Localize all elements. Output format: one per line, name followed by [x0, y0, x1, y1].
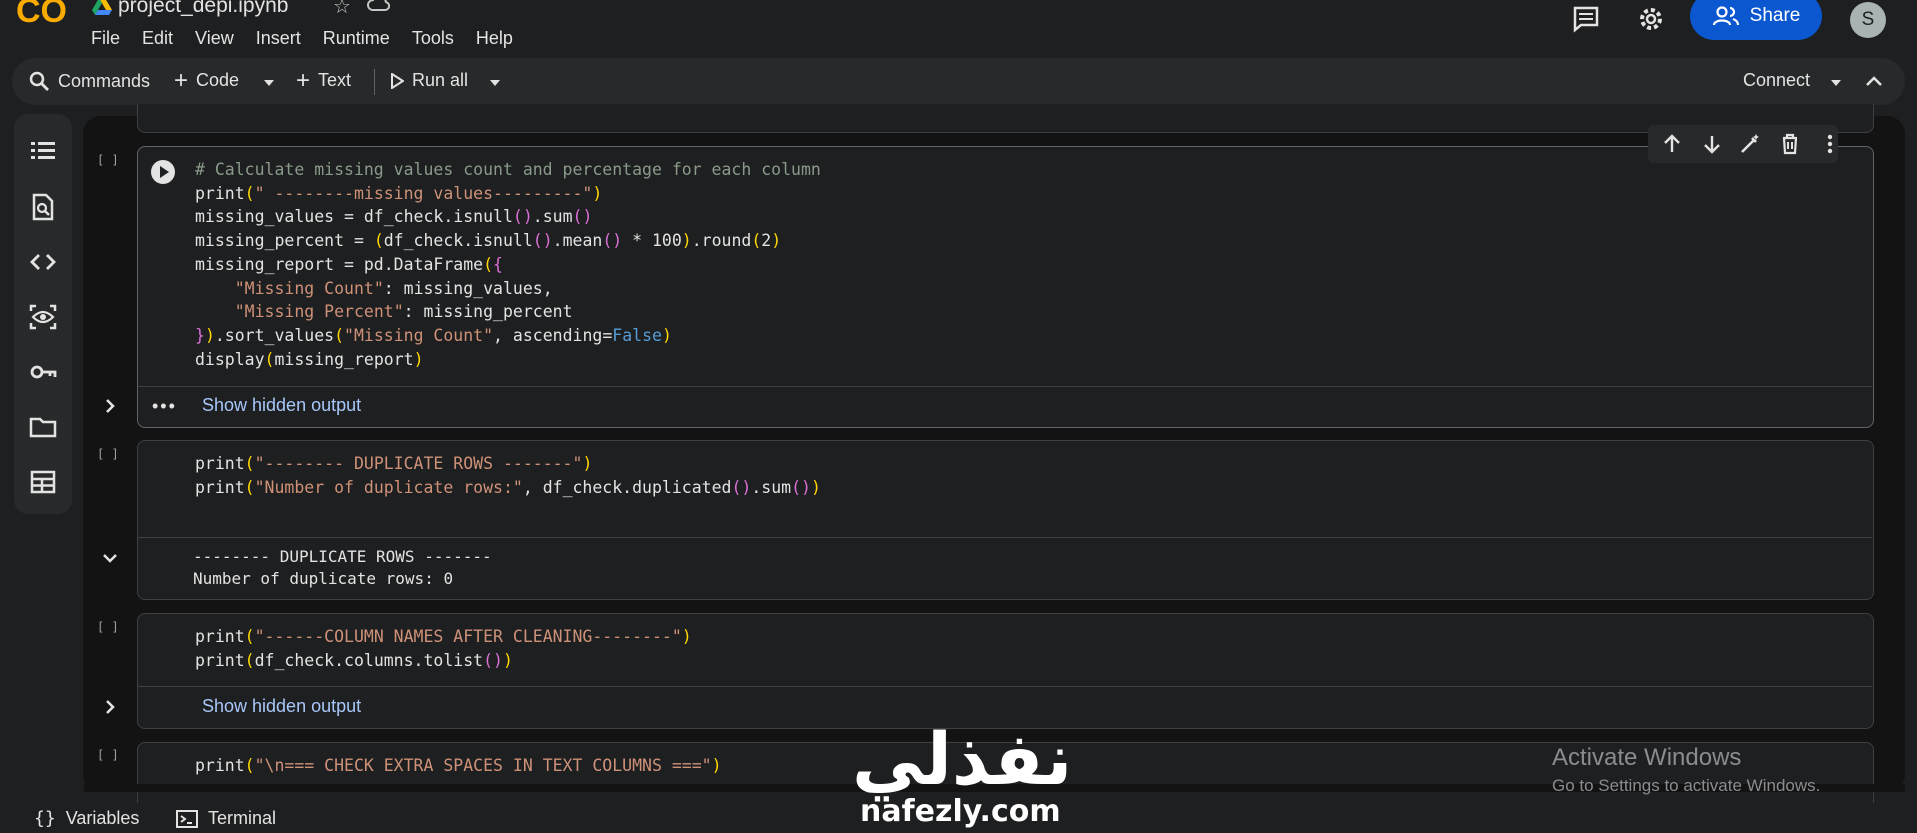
menu-help[interactable]: Help [476, 28, 513, 49]
search-icon [29, 71, 49, 91]
connect-label: Connect [1743, 70, 1811, 90]
connect-button[interactable]: Connect [1743, 70, 1810, 91]
exec-count: [ ] [97, 620, 119, 634]
code-snippets-icon[interactable] [28, 247, 58, 277]
code-line: print("Number of duplicate rows:", df_ch… [195, 477, 821, 497]
chevron-down-icon[interactable] [100, 548, 120, 568]
activate-windows-title: Activate Windows [1552, 744, 1742, 771]
comment-icon[interactable] [1571, 4, 1601, 34]
add-text-button[interactable]: + Text [296, 66, 352, 94]
text-label: Text [318, 70, 352, 90]
drive-icon [92, 0, 112, 15]
chevron-up-icon[interactable] [1865, 74, 1883, 88]
code-line: print("------COLUMN NAMES AFTER CLEANING… [195, 627, 692, 646]
star-icon[interactable]: ☆ [333, 0, 351, 19]
toolbar-divider [374, 69, 375, 95]
svg-text:CO: CO [16, 0, 67, 30]
people-icon [1712, 6, 1739, 26]
cell-code[interactable]: # Calculate missing values count and per… [195, 158, 821, 371]
table-of-contents-icon[interactable] [28, 136, 58, 166]
code-line: }).sort_values("Missing Count", ascendin… [195, 325, 672, 345]
chevron-right-icon[interactable] [100, 396, 120, 416]
chevron-down-icon[interactable] [1829, 78, 1843, 88]
variables-label: Variables [65, 808, 140, 828]
exec-count: [ ] [97, 748, 119, 762]
exec-count: [ ] [97, 153, 119, 167]
find-in-page-icon[interactable] [28, 192, 58, 222]
more-dots-icon[interactable]: ••• [152, 396, 177, 417]
variables-button[interactable]: {} Variables [34, 808, 139, 829]
run-cell-button[interactable] [150, 159, 176, 185]
cell-code[interactable]: print("-------- DUPLICATE ROWS -------")… [195, 452, 821, 499]
output-divider [138, 386, 1872, 387]
code-line: "Missing Count": missing_values, [234, 278, 553, 298]
menu-bar: File Edit View Insert Runtime Tools Help [91, 28, 535, 49]
code-line: "Missing Percent": missing_percent [234, 302, 573, 322]
settings-gear-icon[interactable] [1636, 4, 1666, 34]
code-line: print(" --------missing values---------"… [195, 183, 603, 203]
exec-count: [ ] [97, 447, 119, 461]
code-line: print(df_check.columns.tolist()) [195, 650, 513, 670]
folder-icon[interactable] [28, 412, 58, 442]
code-line: missing_percent = (df_check.isnull().mea… [195, 231, 782, 251]
menu-runtime[interactable]: Runtime [323, 28, 390, 49]
terminal-icon [176, 809, 198, 828]
delete-trash-icon[interactable] [1778, 132, 1802, 156]
output-divider [138, 537, 1872, 538]
move-down-icon[interactable] [1700, 132, 1724, 156]
watermark-arabic: نفذلي [852, 717, 1073, 801]
colab-logo[interactable]: CO [16, 0, 74, 34]
edit-pencil-icon[interactable] [1738, 132, 1762, 156]
watermark-url: nafezly.com [860, 794, 1061, 829]
terminal-button[interactable]: Terminal [176, 808, 276, 829]
avatar[interactable]: S [1850, 2, 1886, 38]
eye-inspect-icon[interactable] [28, 302, 58, 332]
more-vert-icon[interactable] [1818, 132, 1842, 156]
chevron-right-icon[interactable] [100, 697, 120, 717]
plus-icon: + [174, 66, 189, 94]
code-line: missing_values = df_check.isnull().sum() [195, 207, 593, 227]
output-line: -------- DUPLICATE ROWS ------- [193, 547, 492, 566]
menu-edit[interactable]: Edit [142, 28, 173, 49]
cloud-icon[interactable] [366, 0, 390, 14]
share-button[interactable]: Share [1690, 0, 1822, 40]
previous-cell-edge [137, 104, 1874, 133]
show-hidden-output-link[interactable]: Show hidden output [202, 696, 361, 717]
chevron-down-icon[interactable] [262, 78, 276, 88]
code-line: print("\n=== CHECK EXTRA SPACES IN TEXT … [195, 756, 722, 775]
code-line: missing_report = pd.DataFrame({ [195, 254, 503, 274]
terminal-label: Terminal [208, 808, 277, 828]
notebook-title[interactable]: project_depi.ipynb [118, 0, 288, 18]
output-line: Number of duplicate rows: 0 [193, 569, 454, 588]
cell-output: -------- DUPLICATE ROWS ------- Number o… [193, 546, 492, 590]
run-all-button[interactable]: Run all [390, 70, 468, 91]
show-hidden-output-link[interactable]: Show hidden output [202, 395, 361, 416]
code-line: display(missing_report) [195, 349, 424, 369]
plus-icon: + [296, 66, 311, 94]
share-label: Share [1749, 5, 1801, 26]
chevron-down-icon[interactable] [488, 78, 502, 88]
cell-code[interactable]: print("------COLUMN NAMES AFTER CLEANING… [195, 625, 692, 672]
add-code-button[interactable]: + Code [174, 66, 240, 94]
output-divider [138, 686, 1872, 687]
code-label: Code [196, 70, 240, 90]
menu-view[interactable]: View [195, 28, 234, 49]
run-all-label: Run all [412, 70, 469, 90]
menu-file[interactable]: File [91, 28, 120, 49]
menu-insert[interactable]: Insert [256, 28, 301, 49]
activate-windows-subtitle: Go to Settings to activate Windows. [1552, 776, 1821, 795]
code-line: print("-------- DUPLICATE ROWS -------") [195, 454, 593, 473]
code-line: # Calculate missing values count and per… [195, 160, 821, 179]
move-up-icon[interactable] [1660, 132, 1684, 156]
play-icon [391, 72, 404, 89]
commands-button[interactable]: Commands [28, 70, 150, 92]
cell-code[interactable]: print("\n=== CHECK EXTRA SPACES IN TEXT … [195, 754, 722, 778]
key-icon[interactable] [28, 357, 58, 387]
menu-tools[interactable]: Tools [412, 28, 454, 49]
commands-label: Commands [58, 70, 151, 91]
braces-icon: {} [34, 808, 56, 829]
data-table-icon[interactable] [28, 467, 58, 497]
